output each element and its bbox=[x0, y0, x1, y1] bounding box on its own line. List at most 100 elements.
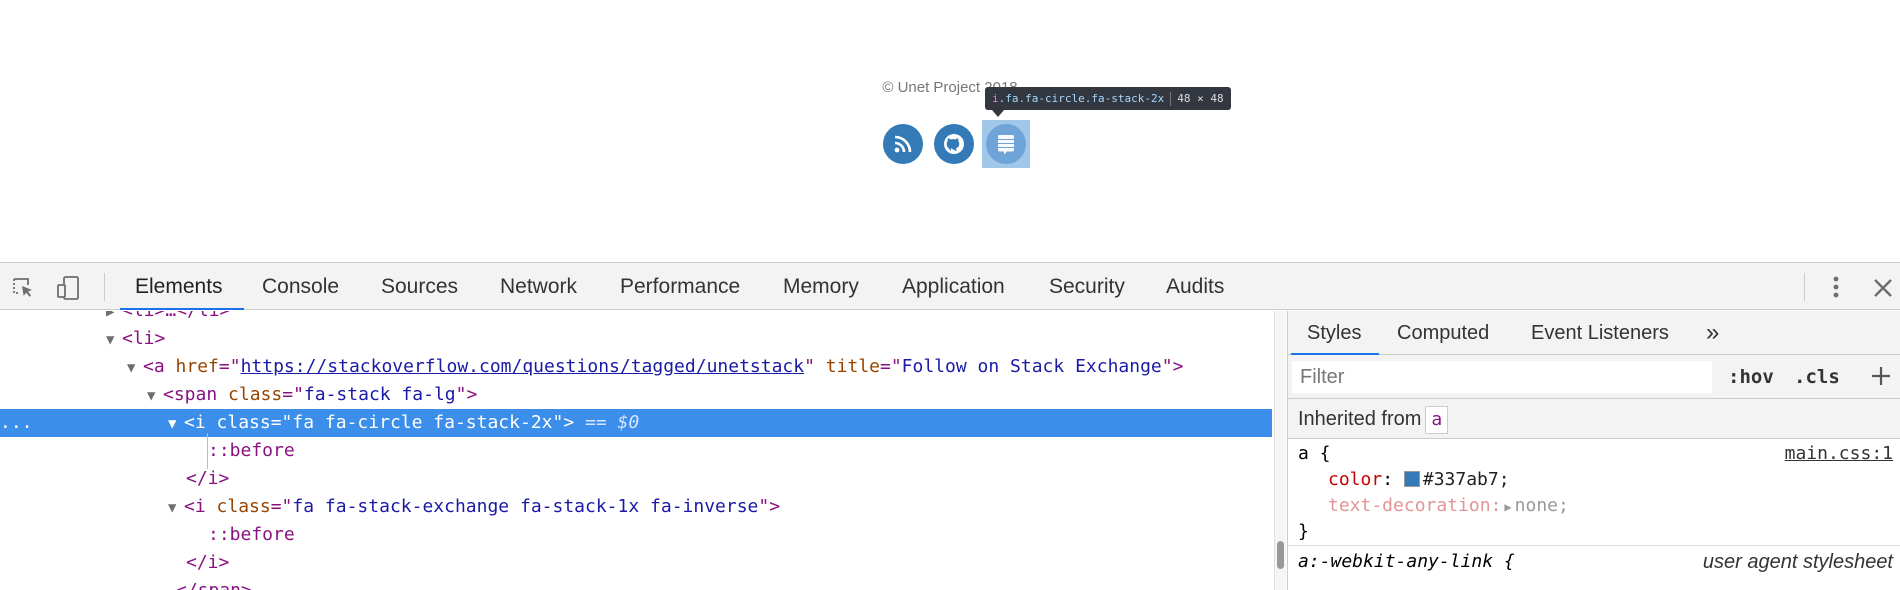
close-devtools-icon[interactable] bbox=[1870, 275, 1896, 301]
rule-source-label: user agent stylesheet bbox=[1702, 551, 1893, 573]
scrollbar-thumb[interactable] bbox=[1277, 541, 1284, 569]
tree-attr: class bbox=[216, 496, 271, 517]
tree-punc: < bbox=[163, 384, 174, 405]
tree-punc: =" bbox=[218, 356, 241, 377]
tree-line-li-collapsed[interactable]: ▶<li>…</li> bbox=[0, 311, 1272, 325]
indent-guide bbox=[207, 433, 208, 469]
tree-punc: " bbox=[804, 356, 815, 377]
elements-scrollbar[interactable] bbox=[1274, 311, 1286, 590]
tree-line-i-selected[interactable]: ... ▼ <i class="fa fa-circle fa-stack-2x"… bbox=[0, 409, 1272, 437]
inspect-element-icon[interactable] bbox=[10, 275, 36, 301]
tree-punc: > bbox=[154, 328, 166, 349]
rule-property-color[interactable]: color: #337ab7; bbox=[1288, 467, 1900, 493]
tree-value: fa-stack fa-lg bbox=[303, 384, 456, 405]
tabs-overflow-icon[interactable]: » bbox=[1706, 311, 1719, 355]
device-toolbar-icon[interactable] bbox=[56, 275, 82, 301]
style-rule-any-link: a:-webkit-any-link { user agent styleshe… bbox=[1288, 549, 1900, 575]
rule-divider bbox=[1288, 545, 1900, 546]
collapse-triangle-icon[interactable]: ▼ bbox=[147, 382, 163, 410]
property-colon: : bbox=[1490, 495, 1502, 516]
toolbar-divider bbox=[104, 273, 105, 301]
tab-performance[interactable]: Performance bbox=[620, 263, 740, 310]
collapse-triangle-icon[interactable]: ▼ bbox=[168, 410, 184, 438]
tree-tag: li bbox=[133, 311, 155, 321]
tab-computed[interactable]: Computed bbox=[1397, 311, 1489, 355]
tree-pseudo: ::before bbox=[208, 440, 295, 461]
inherited-from-row: Inherited from a bbox=[1288, 399, 1900, 439]
rule-close: } bbox=[1298, 521, 1309, 542]
tab-network[interactable]: Network bbox=[500, 263, 577, 310]
more-options-icon[interactable] bbox=[1826, 273, 1846, 301]
hov-button[interactable]: :hov bbox=[1728, 361, 1774, 393]
inspect-tooltip: i .fa.fa-circle.fa-stack-2x 48 × 48 bbox=[985, 87, 1231, 110]
tree-line-pseudo[interactable]: ::before bbox=[0, 437, 1272, 465]
tree-line-pseudo[interactable]: ::before bbox=[0, 521, 1272, 549]
tree-line-span[interactable]: ▼ <span class="fa-stack fa-lg"> bbox=[0, 381, 1272, 409]
tree-line-close-i[interactable]: </i> bbox=[0, 549, 1272, 577]
tree-line-close-span[interactable]: </span> bbox=[0, 577, 1272, 590]
tree-punc: >…</li> bbox=[155, 311, 231, 321]
tab-sources[interactable]: Sources bbox=[381, 263, 458, 310]
elements-tree: ▶<li>…</li> ▼<li> ▼<a href="https://stac… bbox=[0, 311, 1274, 590]
property-colon: : bbox=[1382, 469, 1404, 490]
tree-punc: < bbox=[122, 311, 133, 321]
new-style-rule-icon[interactable] bbox=[1868, 363, 1894, 389]
sidebar-tabs: Styles Computed Event Listeners » bbox=[1288, 311, 1900, 355]
color-swatch[interactable] bbox=[1403, 471, 1420, 487]
tree-value: fa fa-circle fa-stack-2x bbox=[292, 412, 553, 433]
gutter-dots[interactable]: ... bbox=[0, 409, 33, 437]
rss-link[interactable] bbox=[883, 124, 923, 164]
tree-punc: "> bbox=[552, 412, 575, 433]
stack-exchange-link[interactable] bbox=[986, 124, 1026, 164]
tree-line-li[interactable]: ▼ <li> bbox=[0, 325, 1272, 353]
tree-attr: class bbox=[228, 384, 283, 405]
tree-punc: < bbox=[143, 356, 154, 377]
collapse-triangle-icon[interactable]: ▼ bbox=[127, 354, 143, 382]
rule-property-text-decoration[interactable]: text-decoration: ▶ none; bbox=[1288, 493, 1900, 519]
tab-elements[interactable]: Elements bbox=[135, 263, 223, 310]
styles-filter-input[interactable] bbox=[1292, 361, 1712, 393]
cls-button[interactable]: .cls bbox=[1794, 361, 1840, 393]
tree-attr: class bbox=[216, 412, 271, 433]
tree-line-a[interactable]: ▼ <a href="https://stackoverflow.com/ques… bbox=[0, 353, 1272, 381]
expand-triangle-icon[interactable]: ▶ bbox=[1504, 500, 1511, 514]
tooltip-tag: i bbox=[992, 92, 999, 105]
tab-audits[interactable]: Audits bbox=[1166, 263, 1224, 310]
devtools-panel: Elements Console Sources Network Perform… bbox=[0, 262, 1900, 590]
page-viewport: © Unet Project 2018 i .fa.fa-circle.fa-st… bbox=[0, 0, 1900, 262]
tab-memory[interactable]: Memory bbox=[783, 263, 859, 310]
tree-tag: a bbox=[153, 356, 165, 377]
tree-pseudo: ::before bbox=[208, 524, 295, 545]
rss-icon bbox=[894, 135, 912, 153]
property-name: color bbox=[1328, 469, 1383, 490]
tree-punc: =" bbox=[879, 356, 902, 377]
inherited-element-chip[interactable]: a bbox=[1425, 406, 1449, 434]
expand-triangle-icon[interactable]: ▶ bbox=[106, 311, 122, 326]
tree-punc: =" bbox=[270, 496, 293, 517]
rule-source-link[interactable]: main.css:1 bbox=[1785, 441, 1893, 467]
tab-security[interactable]: Security bbox=[1049, 263, 1125, 310]
tree-tag: i bbox=[194, 412, 206, 433]
devtools-toolbar: Elements Console Sources Network Perform… bbox=[0, 263, 1900, 310]
collapse-triangle-icon[interactable]: ▼ bbox=[106, 326, 122, 354]
tree-link[interactable]: https://stackoverflow.com/questions/tagg… bbox=[241, 356, 805, 377]
tree-close-tag: </i> bbox=[186, 552, 230, 573]
tree-line-close-i[interactable]: </i> bbox=[0, 465, 1272, 493]
filter-row: :hov .cls bbox=[1288, 355, 1900, 399]
style-rule-a: a { main.css:1 color: #337ab7; text-deco… bbox=[1288, 441, 1900, 545]
tree-attr: href bbox=[175, 356, 219, 377]
tab-console[interactable]: Console bbox=[262, 263, 339, 310]
github-link[interactable] bbox=[934, 124, 974, 164]
tab-application[interactable]: Application bbox=[902, 263, 1005, 310]
collapse-triangle-icon[interactable]: ▼ bbox=[168, 494, 184, 522]
toolbar-divider-right bbox=[1804, 273, 1805, 301]
inherited-label: Inherited from bbox=[1298, 408, 1422, 430]
styles-sidebar: Styles Computed Event Listeners » :hov .… bbox=[1287, 311, 1900, 590]
tab-styles[interactable]: Styles bbox=[1307, 311, 1361, 355]
tree-value: fa fa-stack-exchange fa-stack-1x fa-inve… bbox=[292, 496, 759, 517]
tree-punc: "> bbox=[455, 384, 478, 405]
tree-line-i[interactable]: ▼ <i class="fa fa-stack-exchange fa-stack… bbox=[0, 493, 1272, 521]
rule-selector: a { bbox=[1298, 443, 1331, 464]
active-tab-indicator bbox=[120, 308, 244, 310]
tab-event-listeners[interactable]: Event Listeners bbox=[1531, 311, 1669, 355]
